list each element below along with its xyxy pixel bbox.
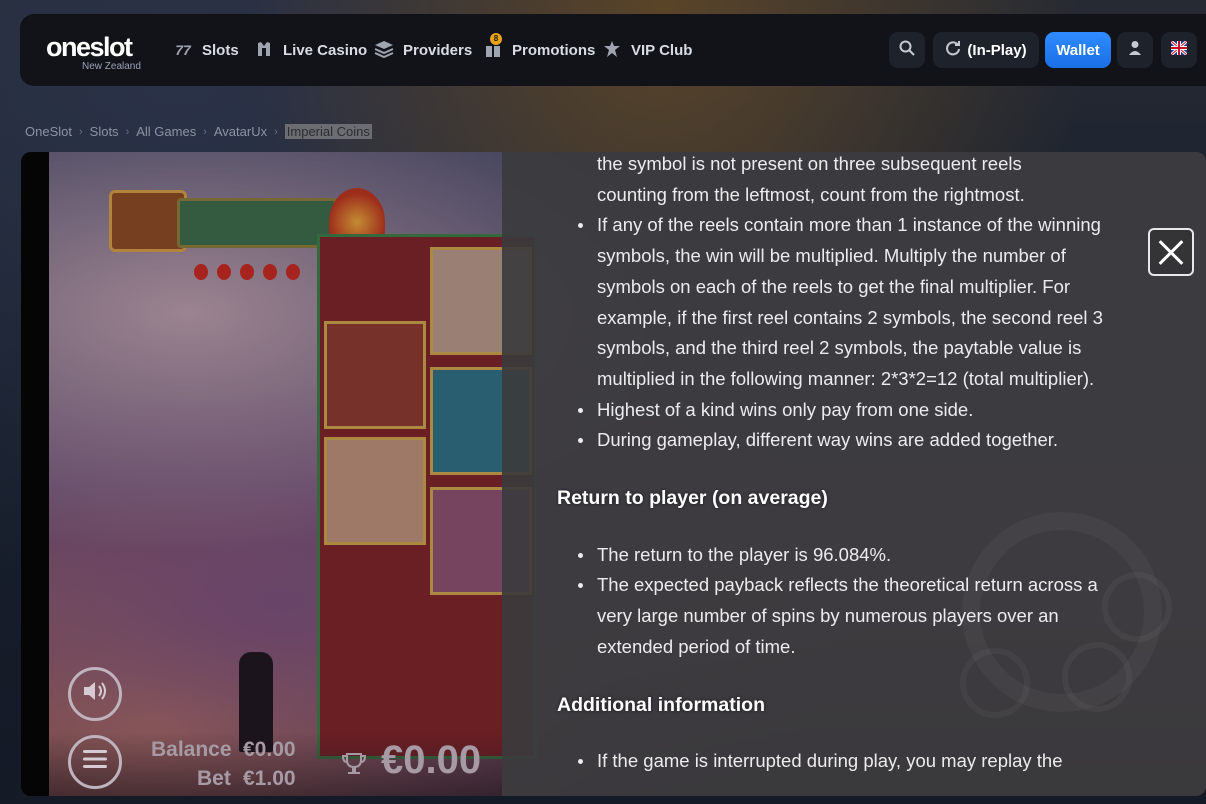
uk-flag-icon [1170, 39, 1188, 60]
search-icon [899, 40, 915, 61]
crown-icon [601, 40, 623, 60]
chevron-right-icon: › [125, 125, 130, 138]
chevron-right-icon: › [203, 125, 207, 138]
close-rules-button[interactable] [1148, 228, 1194, 276]
trophy-icon [341, 752, 367, 781]
rules-text-line: the symbol is not present on three subse… [597, 153, 1022, 174]
menu-button[interactable] [68, 735, 122, 789]
list-item: If the game is interrupted during play, … [557, 746, 1137, 777]
breadcrumb-oneslot[interactable]: OneSlot [25, 124, 72, 139]
list-item: Highest of a kind wins only pay from one… [557, 395, 1137, 426]
breadcrumb: OneSlot › Slots › All Games › AvatarUx ›… [25, 124, 372, 139]
nav-item-providers[interactable]: Providers [373, 40, 472, 60]
oneslot-logo[interactable]: oneslot New Zealand [46, 32, 156, 72]
hamburger-menu-icon [83, 749, 107, 775]
in-play-button[interactable]: (In-Play) [933, 32, 1039, 68]
sound-button[interactable] [68, 667, 122, 721]
game-frame[interactable]: Balance €0.00 Bet €1.00 €0.00 the symbol… [21, 152, 1206, 796]
promotions-badge: 8 [490, 33, 502, 45]
breadcrumb-all-games[interactable]: All Games [136, 124, 196, 139]
account-button[interactable] [1117, 32, 1153, 68]
game-rules-panel[interactable]: the symbol is not present on three subse… [502, 152, 1206, 796]
breadcrumb-provider[interactable]: AvatarUx [214, 124, 267, 139]
rules-content: the symbol is not present on three subse… [557, 152, 1137, 777]
win-amount: €0.00 [381, 738, 482, 782]
speaker-icon [82, 680, 108, 708]
chevron-right-icon: › [78, 125, 83, 138]
balance-label: Balance [151, 738, 232, 761]
nav-item-slots[interactable]: 77 Slots [172, 40, 239, 60]
gift-icon: 8 [482, 33, 504, 60]
providers-stack-icon [373, 40, 395, 60]
game-frame-edge [21, 152, 49, 796]
rtp-list: The return to the player is 96.084%. The… [557, 540, 1137, 663]
rules-text-line: counting from the leftmost, count from t… [597, 183, 1025, 205]
nav-item-vip-club[interactable]: VIP Club [601, 40, 692, 60]
additional-list: If the game is interrupted during play, … [557, 746, 1137, 777]
search-button[interactable] [889, 32, 925, 68]
bet-value: €1.00 [243, 767, 296, 790]
nav-item-label: VIP Club [631, 41, 693, 59]
chevron-right-icon: › [274, 125, 278, 138]
balance-value: €0.00 [243, 738, 296, 761]
list-item: The expected payback reflects the theore… [557, 570, 1137, 662]
user-icon [1128, 40, 1142, 61]
slots-777-icon: 77 [175, 42, 191, 58]
wallet-button[interactable]: Wallet [1045, 32, 1111, 68]
top-navbar: oneslot New Zealand 77 Slots Live Casino… [20, 14, 1206, 86]
nav-item-label: Slots [202, 41, 239, 59]
logo-region: New Zealand [82, 61, 141, 72]
nav-item-label: Promotions [512, 41, 596, 59]
logo-text: oneslot [46, 32, 133, 62]
bet-label: Bet [197, 767, 231, 790]
rules-list: If any of the reels contain more than 1 … [557, 210, 1137, 456]
section-heading-additional: Additional information [557, 693, 765, 716]
nav-item-live-casino[interactable]: Live Casino [253, 40, 367, 60]
nav-item-label: Live Casino [283, 41, 368, 59]
in-play-label: (In-Play) [967, 41, 1027, 59]
refresh-icon [945, 40, 961, 60]
list-item: During gameplay, different way wins are … [557, 425, 1137, 456]
list-item: The return to the player is 96.084%. [557, 540, 1137, 571]
breadcrumb-current-game: Imperial Coins [284, 124, 372, 139]
section-heading-rtp: Return to player (on average) [557, 487, 828, 510]
breadcrumb-slots[interactable]: Slots [90, 124, 119, 139]
nav-item-promotions[interactable]: 8 Promotions [482, 33, 596, 60]
list-item: If any of the reels contain more than 1 … [557, 210, 1137, 394]
language-button[interactable] [1161, 32, 1197, 68]
live-casino-icon [253, 40, 275, 60]
nav-item-label: Providers [403, 41, 473, 59]
